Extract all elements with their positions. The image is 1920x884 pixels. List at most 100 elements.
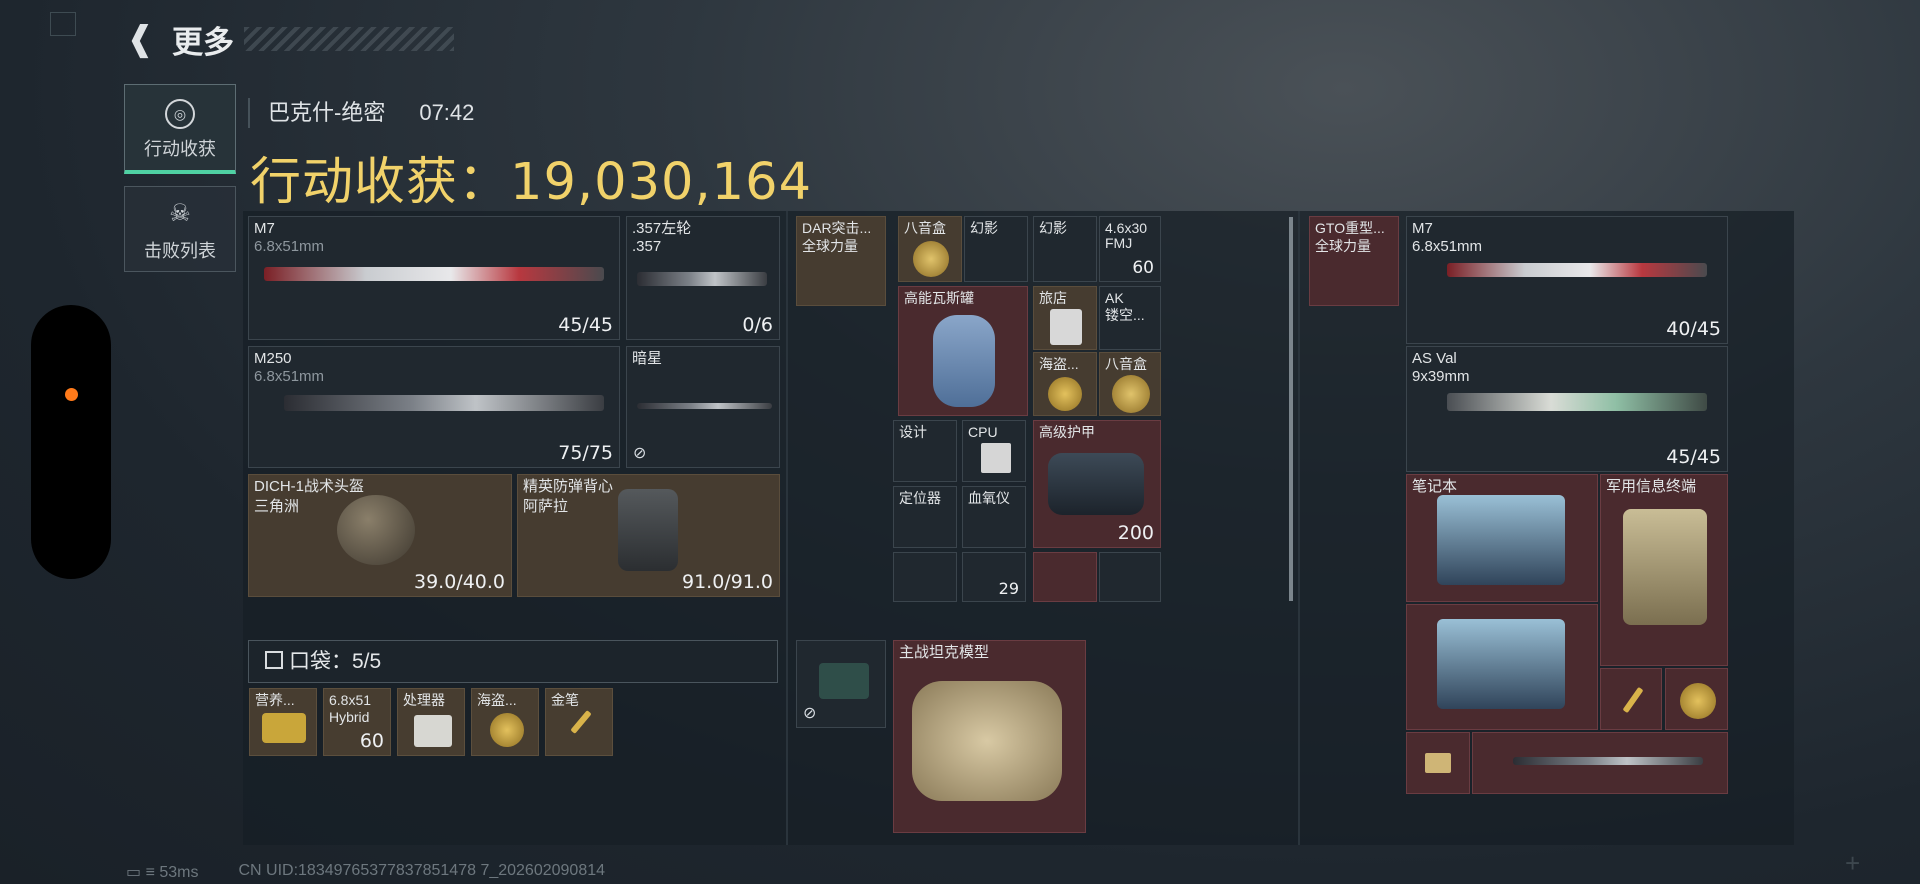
tank-image [912, 681, 1062, 801]
weapon-slot-m250[interactable]: M250 6.8x51mm 75/75 [248, 346, 620, 468]
bag-item[interactable]: 定位器 [893, 486, 957, 548]
armor-sub: 三角洲 [254, 498, 300, 515]
item-count: 29 [998, 579, 1019, 598]
weapon-count: 45/45 [1666, 446, 1721, 468]
item-name: 八音盒 [904, 220, 946, 236]
weapon-name: M250 [254, 350, 292, 367]
title-hatch [244, 27, 454, 51]
scrollbar[interactable] [1289, 217, 1293, 601]
pocket-item-count: 60 [359, 730, 384, 752]
bag-item[interactable]: 八音盒 [898, 216, 962, 282]
map-name: 巴克什-绝密 [268, 100, 386, 125]
status-dot [65, 388, 78, 401]
vest-slot[interactable]: 精英防弹背心 阿萨拉 91.0/91.0 [517, 474, 780, 597]
laptop-image [1437, 495, 1565, 585]
pocket-item-name: 处理器 [403, 692, 445, 708]
bag-item[interactable]: AK 镂空... [1099, 286, 1161, 350]
terminal-slot[interactable]: 军用信息终端 [1600, 474, 1728, 666]
corner-box [50, 12, 76, 36]
right-rig-slot[interactable]: GTO重型... 全球力量 [1309, 216, 1399, 306]
weapon-name: AS Val [1412, 350, 1457, 367]
pocket-header: 口袋：5/5 [248, 640, 778, 683]
coin-image [490, 713, 524, 747]
weapon-count: 0/6 [742, 314, 773, 336]
processor-image [414, 715, 452, 747]
pocket-slot-2[interactable]: 6.8x51 Hybrid 60 [323, 688, 391, 756]
weapon-ammo: 9x39mm [1412, 368, 1470, 385]
skull-icon: ☠ [169, 200, 191, 227]
bag-item[interactable]: 幻影 [1033, 216, 1097, 282]
tab-action-loot[interactable]: ◎ 行动收获 [124, 84, 236, 174]
weapon-name: 暗星 [632, 350, 663, 367]
armor-name: DICH-1战术头盔 [254, 478, 365, 495]
corner-plus-icon: + [1845, 848, 1861, 878]
divider-2 [1298, 211, 1300, 845]
right-weapon-asval[interactable]: AS Val 9x39mm 45/45 [1406, 346, 1728, 472]
tab-defeat-list[interactable]: ☠ 击败列表 [124, 186, 236, 272]
laptop-image [1437, 619, 1565, 709]
item-name: 幻影 [1039, 220, 1067, 236]
bag-slot[interactable]: ⊘ [796, 640, 886, 728]
helmet-slot[interactable]: DICH-1战术头盔 三角洲 39.0/40.0 [248, 474, 512, 597]
right-item-coin[interactable] [1665, 668, 1728, 730]
item-name: 血氧仪 [968, 490, 1010, 506]
bag-item[interactable]: 血氧仪 [962, 486, 1026, 548]
bag-item[interactable]: 旅店 [1033, 286, 1097, 350]
weapon-slot-knife[interactable]: 暗星 ⊘ [626, 346, 780, 468]
pocket-slot-5[interactable]: 金笔 [545, 688, 613, 756]
pocket-item-name: 营养... [255, 692, 295, 708]
right-item-musket[interactable] [1472, 732, 1728, 794]
right-item-pen[interactable] [1600, 668, 1662, 730]
pocket-slot-4[interactable]: 海盗... [471, 688, 539, 756]
hotel-card-image [1050, 309, 1082, 345]
helmet-image [337, 495, 415, 565]
weapon-name: M7 [254, 220, 275, 237]
bag-item[interactable] [1099, 552, 1161, 602]
weapon-ammo: 6.8x51mm [254, 238, 325, 255]
weapon-ammo: 6.8x51mm [254, 368, 325, 385]
revolver-image [637, 272, 767, 286]
back-arrow-icon[interactable]: ❰ [126, 22, 160, 56]
bag-item[interactable] [1033, 552, 1097, 602]
cpu-image [981, 443, 1011, 473]
top-bar: ❰ 更多 [126, 18, 454, 61]
laptop-slot-2[interactable] [1406, 604, 1598, 730]
armor-bag-image [1048, 453, 1144, 515]
pocket-slot-3[interactable]: 处理器 [397, 688, 465, 756]
ration-image [262, 713, 306, 743]
pocket-item-name: 金笔 [551, 692, 579, 708]
no-loss-icon: ⊘ [633, 445, 647, 462]
bag-item[interactable]: CPU [962, 420, 1026, 482]
armor-slot[interactable]: 高级护甲 200 [1033, 420, 1161, 548]
gas-can-slot[interactable]: 高能瓦斯罐 [898, 286, 1028, 416]
musket-image [1513, 757, 1703, 765]
user-uid: CN UID:18349765377837851478 7_2026020908… [238, 862, 606, 879]
bag-item[interactable] [893, 552, 957, 602]
rifle-image [264, 267, 604, 281]
knife-image [637, 403, 772, 409]
rig-name: DAR突击... [802, 220, 872, 236]
bag-item[interactable]: 4.6x30 FMJ 60 [1099, 216, 1161, 282]
music-box-image [1112, 375, 1150, 413]
laptop-slot[interactable]: 笔记本 [1406, 474, 1598, 602]
bag-item[interactable]: 29 [962, 552, 1026, 602]
weapon-count: 75/75 [558, 442, 613, 464]
weapon-slot-357[interactable]: .357左轮 .357 0/6 [626, 216, 780, 340]
bag-item[interactable]: 设计 [893, 420, 957, 482]
pocket-slot-1[interactable]: 营养... [249, 688, 317, 756]
rifle-image [1447, 263, 1707, 277]
income-value: 19,030,164 [510, 153, 813, 212]
bag-item[interactable]: 海盗... [1033, 352, 1097, 416]
tank-model-slot[interactable]: 主战坦克模型 [893, 640, 1086, 833]
bag-item[interactable]: 八音盒 [1099, 352, 1161, 416]
item-name: 军用信息终端 [1606, 478, 1697, 495]
weapon-count: 45/45 [558, 314, 613, 336]
right-item-lighter[interactable] [1406, 732, 1470, 794]
side-pill[interactable] [31, 305, 111, 579]
bag-item[interactable]: 幻影 [964, 216, 1028, 282]
right-weapon-m7[interactable]: M7 6.8x51mm 40/45 [1406, 216, 1728, 344]
item-name: 海盗... [1039, 356, 1079, 372]
weapon-slot-m7[interactable]: M7 6.8x51mm 45/45 [248, 216, 620, 340]
item-name: 八音盒 [1105, 356, 1147, 372]
rig-slot[interactable]: DAR突击... 全球力量 [796, 216, 886, 306]
